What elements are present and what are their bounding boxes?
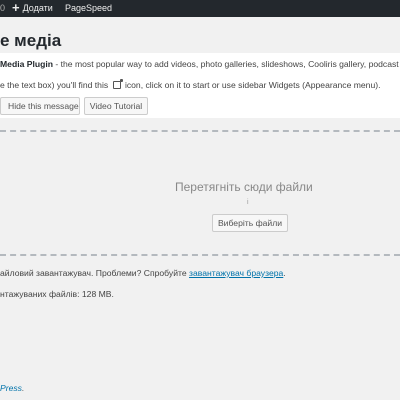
- uploader-note: айловий завантажувач. Проблеми? Спробуйт…: [0, 268, 286, 278]
- pagespeed-menu[interactable]: PageSpeed: [65, 0, 112, 17]
- add-new-label: Додати: [22, 3, 53, 13]
- select-files-button[interactable]: Виберіть файли: [212, 214, 288, 232]
- plus-icon: +: [12, 0, 20, 15]
- footer-credit: Press.: [0, 383, 24, 393]
- max-upload-size: нтажуваних файлів: 128 MB.: [0, 289, 114, 299]
- video-tutorial-button[interactable]: Video Tutorial: [84, 97, 148, 115]
- admin-bar-partial-item[interactable]: 0: [0, 0, 5, 17]
- media-insert-icon: [112, 79, 123, 89]
- add-new-menu[interactable]: + Додати: [12, 0, 53, 17]
- notice-line-2-end: icon, click on it to start or use sideba…: [122, 80, 381, 90]
- hide-message-button[interactable]: Hide this message: [0, 97, 80, 115]
- notice-line-2: e the text box) you'll find this icon, c…: [0, 79, 381, 90]
- notice-line-1: Media Plugin - the most popular way to a…: [0, 59, 400, 69]
- uploader-note-end: .: [283, 268, 286, 278]
- uploader-note-text: айловий завантажувач. Проблеми? Спробуйт…: [0, 268, 190, 278]
- hide-message-label: Hide this message: [8, 101, 79, 111]
- admin-bar: 0 + Додати PageSpeed: [0, 0, 400, 17]
- browser-uploader-link[interactable]: завантажувач браузера: [189, 268, 283, 278]
- footer-end: .: [21, 383, 25, 393]
- upload-dropzone[interactable]: Перетягніть сюди файли і Виберіть файли: [0, 130, 400, 256]
- drop-or-text: і: [247, 199, 249, 206]
- notice-line-1-text: - the most popular way to add videos, ph…: [53, 59, 400, 69]
- wordpress-link[interactable]: Press: [0, 383, 22, 393]
- notice-plugin-name: Media Plugin: [0, 59, 53, 69]
- drop-files-text: Перетягніть сюди файли: [175, 180, 313, 194]
- page-title: е медіа: [0, 31, 62, 50]
- notice-line-2-start: e the text box) you'll find this: [0, 80, 111, 90]
